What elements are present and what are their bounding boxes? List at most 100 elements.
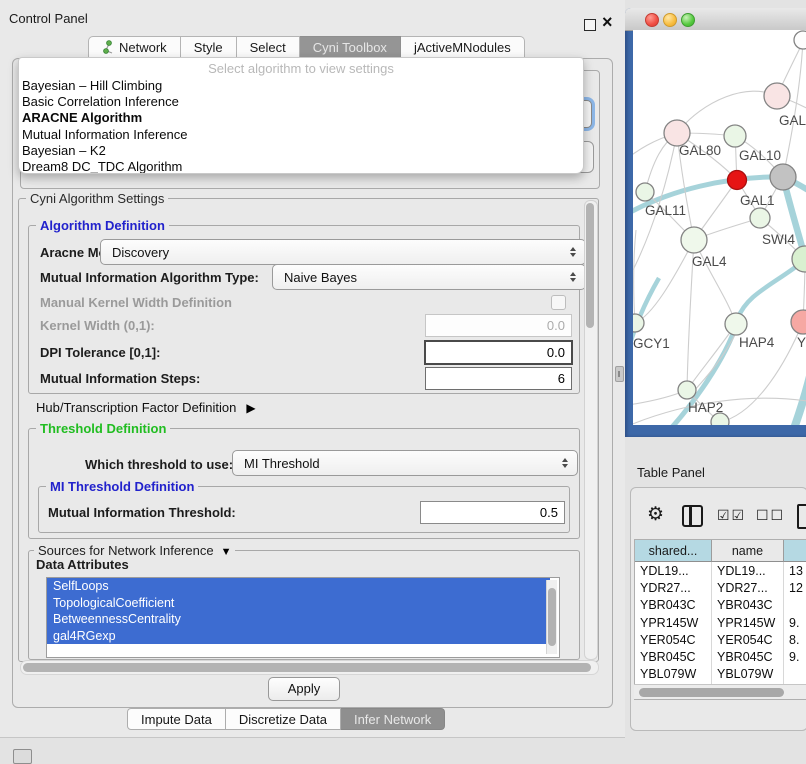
manual-kernel-width-checkbox[interactable] <box>551 295 566 310</box>
tab-select[interactable]: Select <box>237 36 300 59</box>
attribute-item[interactable]: gal4RGexp <box>47 628 550 645</box>
table-horizontal-scrollbar[interactable] <box>634 684 806 699</box>
node-gal10[interactable] <box>724 125 746 147</box>
network-graph[interactable]: GALGAL80GAL10GAL1GAL11GAL4SWI4GCY1HAP4YH… <box>633 30 806 425</box>
table-cell: YBR045C <box>712 648 784 665</box>
mi-algorithm-type-label: Mutual Information Algorithm Type: <box>40 270 259 285</box>
combo-arrows-icon <box>570 272 576 282</box>
table-row[interactable]: YER054CYER054C8. <box>635 631 806 648</box>
split-columns-icon[interactable] <box>682 505 703 527</box>
algorithm-definition-title: Algorithm Definition <box>36 218 169 233</box>
deselect-all-checkboxes-icon[interactable]: ☐☐ <box>756 507 785 524</box>
node-selected-red[interactable] <box>728 171 747 190</box>
gear-icon[interactable]: ⚙ <box>647 504 664 526</box>
node-gray[interactable] <box>770 164 796 190</box>
document-icon[interactable] <box>797 504 806 529</box>
column-header[interactable]: shared... <box>635 540 712 562</box>
tab-network[interactable]: Network <box>88 36 181 59</box>
node-gal1[interactable] <box>750 208 770 228</box>
panel-divider-grip[interactable] <box>615 366 624 382</box>
attribute-item[interactable]: BetweennessCentrality <box>47 611 550 628</box>
table-row[interactable]: YBL079WYBL079W <box>635 666 806 683</box>
settings-horizontal-scrollbar[interactable] <box>20 660 599 675</box>
bottom-tab-impute-data[interactable]: Impute Data <box>127 708 226 730</box>
network-window-titlebar[interactable] <box>625 8 806 31</box>
node-gal4-label: GAL4 <box>692 254 727 269</box>
settings-horizontal-scrollbar-thumb[interactable] <box>23 663 591 672</box>
control-panel-tab-bar: Network Style SelectCyni ToolboxjActiveMNo… <box>88 36 525 59</box>
node-gcy1[interactable] <box>633 314 644 332</box>
collapse-down-icon[interactable]: ▼ <box>221 546 232 558</box>
algorithm-option[interactable]: Basic Correlation Inference <box>19 94 583 110</box>
node-salmon-label: Y <box>797 335 806 350</box>
settings-vertical-scrollbar-thumb[interactable] <box>586 203 594 328</box>
table-horizontal-scrollbar-thumb[interactable] <box>639 688 784 697</box>
kernel-width-field[interactable]: 0.0 <box>425 314 572 337</box>
tab-jactivemnodules[interactable]: jActiveMNodules <box>401 36 525 59</box>
node-salmon[interactable] <box>791 310 806 334</box>
node-gal11[interactable] <box>636 183 654 201</box>
threshold-definition-title: Threshold Definition <box>36 421 170 436</box>
column-header[interactable]: name <box>712 540 784 562</box>
node-top-right[interactable] <box>794 31 806 49</box>
settings-vertical-scrollbar[interactable] <box>584 200 598 660</box>
network-view-window: GALGAL80GAL10GAL1GAL11GAL4SWI4GCY1HAP4YH… <box>625 8 806 437</box>
close-traffic-light-icon[interactable] <box>645 13 659 27</box>
attribute-item[interactable]: SelfLoops <box>47 578 550 595</box>
table-cell: YBL079W <box>712 666 784 683</box>
data-attributes-label: Data Attributes <box>36 557 129 572</box>
node-hap2[interactable] <box>678 381 696 399</box>
bottom-tab-infer-network[interactable]: Infer Network <box>341 708 445 730</box>
network-edge <box>694 240 736 324</box>
algorithm-option[interactable]: Dream8 DC_TDC Algorithm <box>19 159 583 174</box>
algorithm-option[interactable]: Mutual Information Inference <box>19 127 583 143</box>
float-window-icon[interactable] <box>584 19 596 31</box>
aracne-mode-combobox[interactable]: Discovery <box>100 239 586 265</box>
table-header-row: shared...name <box>635 540 806 562</box>
mi-threshold-field[interactable]: 0.5 <box>420 501 565 524</box>
table-cell: YER054C <box>712 631 784 648</box>
node-gal-top[interactable] <box>764 83 790 109</box>
network-canvas[interactable]: GALGAL80GAL10GAL1GAL11GAL4SWI4GCY1HAP4YH… <box>633 30 806 425</box>
node-gal4[interactable] <box>681 227 707 253</box>
table-row[interactable]: YPR145WYPR145W9. <box>635 614 806 631</box>
mi-algorithm-type-combobox[interactable]: Naive Bayes <box>272 264 586 290</box>
bottom-tab-discretize-data[interactable]: Discretize Data <box>226 708 341 730</box>
attribute-item[interactable]: TopologicalCoefficient <box>47 595 550 612</box>
tab-label: Style <box>194 37 223 58</box>
dpi-tolerance-field[interactable]: 0.0 <box>424 340 573 365</box>
table-body: YDL19...YDL19...13YDR27...YDR27...12YBR0… <box>635 562 806 700</box>
table-cell: YDR27... <box>712 579 784 596</box>
table-row[interactable]: YDL19...YDL19...13 <box>635 562 806 579</box>
algorithm-option[interactable]: Bayesian – K2 <box>19 143 583 159</box>
expand-right-icon[interactable]: ▶ <box>246 401 255 415</box>
select-all-checkboxes-icon[interactable]: ☑☑ <box>717 507 746 524</box>
hub-definition-expander[interactable]: Hub/Transcription Factor Definition▶ <box>36 400 256 415</box>
zoom-traffic-light-icon[interactable] <box>681 13 695 27</box>
algorithm-option[interactable]: ARACNE Algorithm <box>19 110 583 126</box>
node-gal80-label: GAL80 <box>679 143 721 158</box>
control-panel-title: Control Panel <box>9 11 88 26</box>
table-row[interactable]: YBR045CYBR045C9. <box>635 648 806 665</box>
node-gcy1-label: GCY1 <box>633 336 670 351</box>
table-panel: ⚙ ☑☑ ☐☐ shared...name YDL19...YDL19...13… <box>630 487 806 731</box>
attributes-scrollbar-thumb[interactable] <box>548 588 556 646</box>
which-threshold-combobox[interactable]: MI Threshold <box>232 450 578 476</box>
attributes-scrollbar[interactable] <box>546 580 557 654</box>
table-cell: YPR145W <box>712 614 784 631</box>
minimize-traffic-light-icon[interactable] <box>663 13 677 27</box>
tab-style[interactable]: Style <box>181 36 237 59</box>
tab-cyni-toolbox[interactable]: Cyni Toolbox <box>300 36 401 59</box>
sources-title[interactable]: Sources for Network Inference▼ <box>34 543 235 558</box>
table-cell: 9. <box>784 648 806 665</box>
data-attributes-list[interactable]: SelfLoopsTopologicalCoefficientBetweenne… <box>46 577 560 658</box>
apply-button[interactable]: Apply <box>268 677 340 701</box>
dpi-tolerance-label: DPI Tolerance [0,1]: <box>40 345 160 360</box>
node-hap4[interactable] <box>725 313 747 335</box>
close-icon[interactable]: × <box>602 12 613 32</box>
column-header[interactable] <box>784 540 806 562</box>
table-row[interactable]: YBR043CYBR043C <box>635 597 806 614</box>
mi-steps-field[interactable]: 6 <box>425 367 572 390</box>
table-row[interactable]: YDR27...YDR27...12 <box>635 579 806 596</box>
algorithm-option[interactable]: Bayesian – Hill Climbing <box>19 78 583 94</box>
